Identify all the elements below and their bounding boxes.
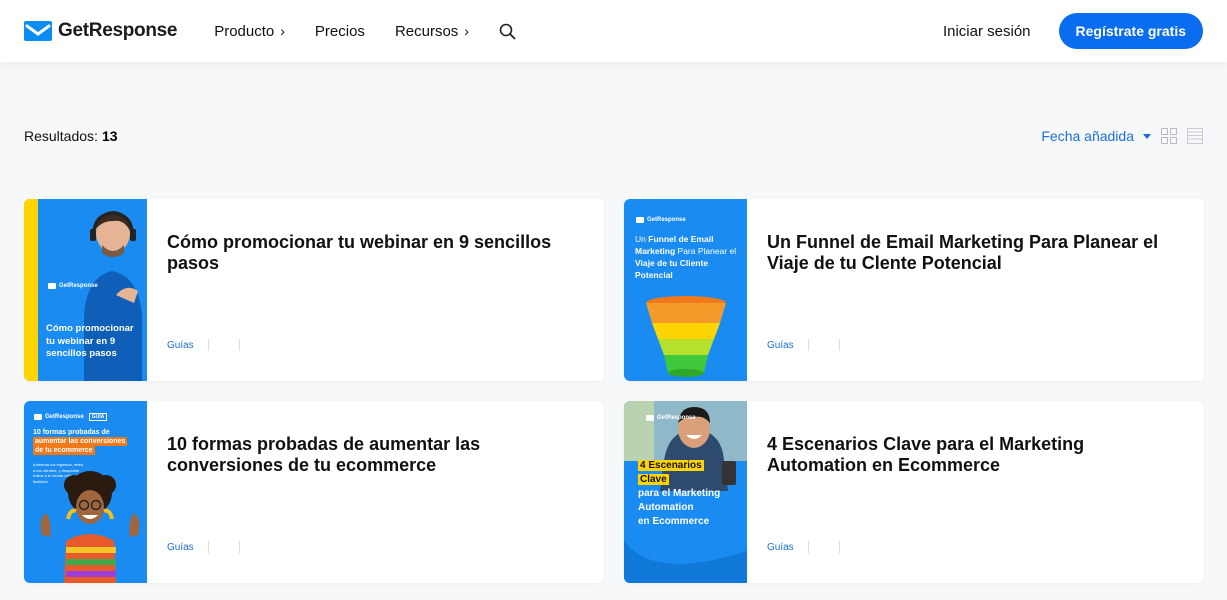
card-tag[interactable]: Guías	[767, 542, 794, 553]
meta-divider	[838, 541, 840, 553]
thumb-brand: GetResponse	[59, 283, 98, 289]
card-title[interactable]: Cómo promocionar tu webinar en 9 sencill…	[167, 232, 584, 274]
signup-button[interactable]: Regístrate gratis	[1058, 13, 1203, 49]
nav-precios-label: Precios	[314, 22, 365, 40]
card-title[interactable]: 10 formas probadas de aumentar las conve…	[167, 434, 584, 476]
main-nav: Producto › Precios Recursos ›	[214, 23, 516, 40]
sort-dropdown[interactable]: Fecha añadida	[1041, 128, 1151, 144]
brand-name: GetResponse	[58, 20, 178, 41]
thumb-brand: GetResponse	[657, 415, 696, 421]
mini-brand-logo: GetResponse	[48, 283, 98, 289]
resource-card[interactable]: GetResponse Un Funnel de Email Marketing…	[624, 199, 1204, 381]
resource-card[interactable]: GetResponse Cómo promocionar tu webinar …	[24, 199, 604, 381]
resource-card[interactable]: GetResponse 4 Escenarios Clave para el M…	[624, 401, 1204, 583]
header-actions: Iniciar sesión Regístrate gratis	[943, 13, 1203, 49]
search-icon[interactable]	[499, 23, 516, 40]
card-body: Un Funnel de Email Marketing Para Planea…	[747, 199, 1204, 381]
card-tag[interactable]: Guías	[167, 542, 194, 553]
meta-divider	[838, 339, 840, 351]
results-toolbar: Resultados: 13 Fecha añadida	[24, 126, 1203, 146]
card-title[interactable]: Un Funnel de Email Marketing Para Planea…	[767, 232, 1184, 274]
funnel-illustration	[646, 296, 726, 377]
card-body: 4 Escenarios Clave para el Marketing Aut…	[747, 401, 1204, 583]
person-illustration	[40, 471, 140, 583]
nav-producto[interactable]: Producto ›	[214, 23, 285, 40]
results-label: Resultados:	[24, 128, 98, 144]
resource-card[interactable]: GetResponse GUÍA 10 formas probadas de au…	[24, 401, 604, 583]
thumb-caption: 4 Escenarios Clave para el Marketing Aut…	[638, 459, 746, 529]
meta-divider	[207, 541, 209, 553]
results-count: 13	[101, 128, 118, 144]
meta-divider	[807, 339, 809, 351]
card-body: 10 formas probadas de aumentar las conve…	[147, 401, 604, 583]
card-thumbnail: GetResponse GUÍA 10 formas probadas de au…	[24, 401, 147, 583]
caret-down-icon	[1143, 133, 1151, 139]
chevron-right-icon: ›	[280, 23, 285, 39]
card-tag[interactable]: Guías	[167, 340, 194, 351]
logo[interactable]: GetResponse	[24, 20, 177, 42]
view-toggle	[1161, 128, 1203, 149]
thumb-rest-2: Automation	[638, 502, 694, 513]
list-view-icon[interactable]	[1187, 128, 1203, 149]
card-meta: Guías	[167, 541, 240, 553]
thumb-highlight-2: Clave	[638, 474, 669, 485]
grid-view-icon[interactable]	[1161, 128, 1177, 149]
card-meta: Guías	[767, 541, 840, 553]
meta-divider	[238, 541, 240, 553]
nav-recursos-label: Recursos	[394, 22, 459, 40]
card-body: Cómo promocionar tu webinar en 9 sencill…	[147, 199, 604, 381]
thumb-highlight-1: 4 Escenarios	[638, 460, 704, 471]
card-tag[interactable]: Guías	[767, 340, 794, 351]
card-meta: Guías	[767, 339, 840, 351]
thumb-caption: Cómo promocionar tu webinar en 9 sencill…	[46, 323, 134, 359]
nav-producto-label: Producto	[214, 22, 275, 40]
card-meta: Guías	[167, 339, 240, 351]
meta-divider	[207, 339, 209, 351]
mini-brand-logo: GetResponse	[646, 415, 696, 421]
card-thumbnail: GetResponse 4 Escenarios Clave para el M…	[624, 401, 747, 583]
nav-recursos[interactable]: Recursos ›	[395, 23, 469, 40]
sort-label: Fecha añadida	[1041, 128, 1134, 144]
meta-divider	[807, 541, 809, 553]
login-link[interactable]: Iniciar sesión	[943, 23, 1031, 40]
top-navbar: GetResponse Producto › Precios Recursos …	[0, 0, 1227, 62]
card-thumbnail: GetResponse Un Funnel de Email Marketing…	[624, 199, 747, 381]
meta-divider	[238, 339, 240, 351]
thumb-rest-1: para el Marketing	[638, 488, 721, 499]
thumb-rest-3: en Ecommerce	[638, 516, 710, 527]
chevron-right-icon: ›	[464, 23, 469, 39]
card-title[interactable]: 4 Escenarios Clave para el Marketing Aut…	[767, 434, 1184, 476]
card-thumbnail: GetResponse Cómo promocionar tu webinar …	[24, 199, 147, 381]
envelope-logo-icon	[24, 21, 52, 41]
nav-precios[interactable]: Precios	[315, 23, 365, 40]
